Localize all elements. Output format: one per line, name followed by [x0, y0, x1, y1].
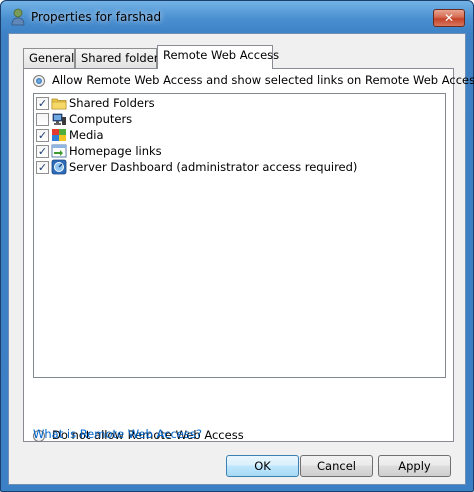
server-dashboard-icon [51, 159, 67, 175]
checkbox-server-dashboard[interactable]: ✓ [36, 161, 49, 174]
remote-web-access-panel: Allow Remote Web Access and show selecte… [23, 68, 474, 442]
checkbox-shared-folders[interactable]: ✓ [36, 97, 49, 110]
title-bar[interactable]: Properties for farshad ✕ [1, 1, 473, 33]
item-label-server-dashboard: Server Dashboard (administrator access r… [69, 160, 358, 174]
list-item[interactable]: ✓ Server Dashboard (administrator access… [36, 159, 436, 175]
list-item[interactable]: ✓ Homepage links [36, 143, 436, 159]
links-list[interactable]: ✓ Shared Folders Computers ✓ Media ✓ Hom… [33, 93, 446, 378]
tab-general[interactable]: General [23, 48, 75, 68]
allow-radio[interactable] [33, 75, 45, 87]
list-item[interactable]: ✓ Media [36, 127, 436, 143]
item-label-computers: Computers [69, 112, 133, 126]
tab-remote-web-access[interactable]: Remote Web Access [157, 45, 279, 69]
media-icon [52, 129, 66, 141]
ok-button[interactable]: OK [226, 455, 299, 477]
computers-icon [52, 113, 66, 125]
list-item[interactable]: ✓ Shared Folders [36, 95, 436, 111]
checkbox-computers[interactable] [36, 113, 49, 126]
close-button[interactable]: ✕ [433, 9, 465, 27]
window-title: Properties for farshad [31, 10, 162, 24]
homepage-links-icon [51, 144, 67, 158]
allow-radio-label[interactable]: Allow Remote Web Access and show selecte… [52, 73, 474, 87]
properties-window: Properties for farshad ✕ General Shared … [0, 0, 474, 492]
apply-button[interactable]: Apply [378, 455, 451, 477]
checkbox-homepage-links[interactable]: ✓ [36, 145, 49, 158]
tab-shared-folders[interactable]: Shared folders [75, 48, 165, 68]
cancel-button[interactable]: Cancel [300, 455, 373, 477]
item-label-media: Media [69, 128, 104, 142]
folder-icon [51, 98, 67, 110]
user-icon [11, 8, 25, 26]
item-label-homepage-links: Homepage links [69, 144, 162, 158]
close-icon: ✕ [443, 11, 455, 25]
dialog-client-area: General Shared folders Remote Web Access… [8, 33, 474, 485]
item-label-shared-folders: Shared Folders [69, 96, 155, 110]
list-item[interactable]: Computers [36, 111, 436, 127]
help-link[interactable]: What is Remote Web Access? [33, 427, 202, 441]
checkbox-media[interactable]: ✓ [36, 129, 49, 142]
